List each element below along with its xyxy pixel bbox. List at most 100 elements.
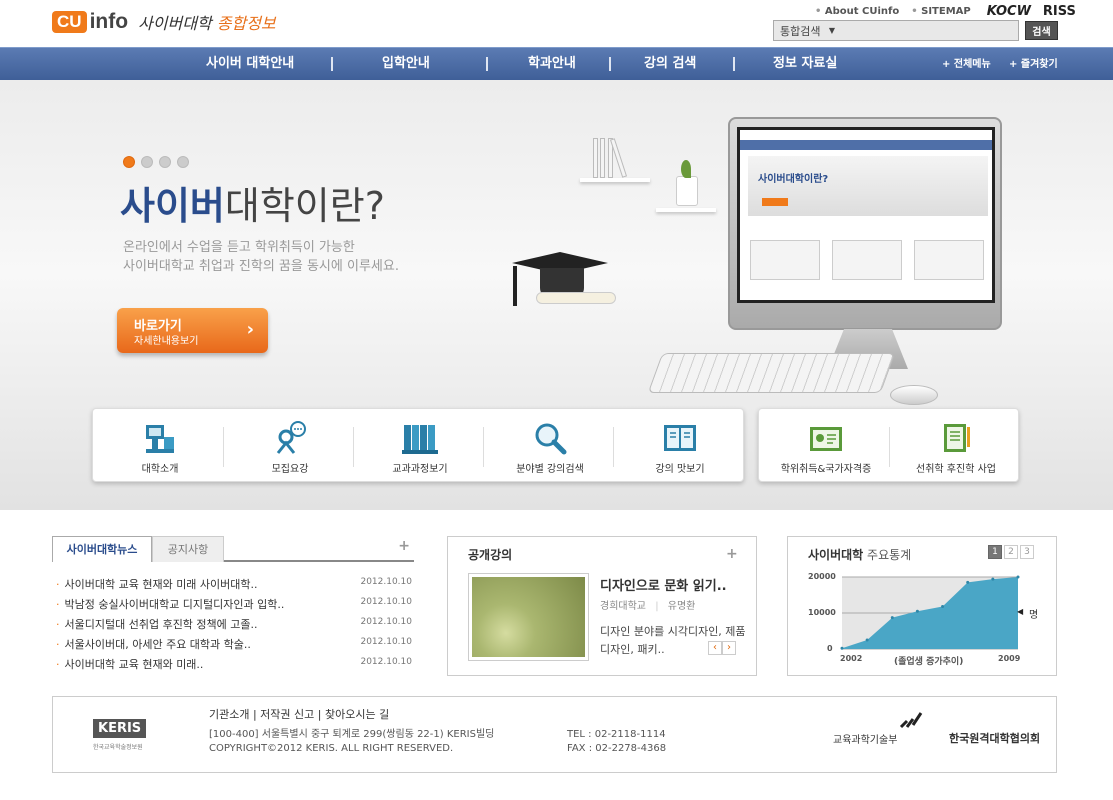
news-list: 사이버대학 교육 현재와 미래 사이버대학.. 2012.10.10 박남정 숭… [56, 576, 413, 676]
news-panel: 사이버대학뉴스 공지사항 + 사이버대학 교육 현재와 미래 사이버대학.. 2… [52, 536, 414, 676]
screen-title: 사이버대학이란? [758, 174, 829, 185]
hero-title-rest: 대학이란? [224, 184, 385, 228]
lecture-professor: 유명환 [667, 601, 696, 612]
logo-script-a: 사이버대학 [138, 14, 212, 33]
news-more-plus-icon[interactable]: + [398, 538, 410, 554]
quick-item-field-search[interactable]: 분야별 강의검색 [485, 409, 615, 483]
copyright-line: COPYRIGHT©2012 KERIS. ALL RIGHT RESERVED… [209, 743, 454, 754]
shelf-illustration [580, 178, 650, 182]
search-scope-select[interactable]: 통합검색 ▼ [774, 21, 841, 40]
chart-point [915, 609, 919, 613]
news-title[interactable]: 사이버대학 교육 현재와 미래 사이버대학.. [56, 576, 258, 592]
next-arrow-icon[interactable]: › [722, 641, 736, 655]
news-date: 2012.10.10 [360, 657, 412, 667]
prev-arrow-icon[interactable]: ‹ [708, 641, 722, 655]
lecture-school: 경희대학교 [600, 601, 646, 612]
plant-pot-illustration [676, 176, 698, 206]
nav-separator [733, 57, 735, 71]
sitemap-link[interactable]: SITEMAP [911, 6, 971, 17]
lecture-name[interactable]: 디자인으로 문화 읽기.. [600, 575, 727, 594]
news-date: 2012.10.10 [360, 597, 412, 607]
nav-item-resources[interactable]: 정보 자료실 [773, 48, 837, 81]
hero-subtitle-line1: 온라인에서 수업을 듣고 학위취득이 가능한 [123, 240, 355, 255]
cuinfo-logo[interactable]: CU info 사이버대학 종합정보 [52, 10, 276, 34]
quick-item-preview[interactable]: 강의 맛보기 [615, 409, 745, 483]
shelf-illustration [656, 208, 716, 212]
quick-menu-secondary: 학위취득&국가자격증 선취학 후진학 사업 [758, 408, 1019, 482]
quick-item-degree[interactable]: 학위취득&국가자격증 [761, 409, 891, 483]
news-title[interactable]: 서울사이버대, 아세안 주요 대학과 학술.. [56, 636, 251, 652]
lecture-thumbnail[interactable] [468, 573, 589, 661]
book-illustration [600, 138, 605, 178]
footer-links[interactable]: 기관소개 | 저작권 신고 | 찾아오시는 길 [209, 706, 389, 722]
keris-logo-sub: 한국교육학술정보원 [93, 744, 143, 751]
mest-logo-text[interactable]: 교육과학기술부 [833, 731, 897, 746]
main-nav: 사이버 대학안내 입학안내 학과안내 강의 검색 정보 자료실 전체메뉴 즐겨찾… [0, 47, 1113, 80]
search-scope-label: 통합검색 [780, 24, 821, 38]
lecture-more-plus-icon[interactable]: + [726, 546, 738, 562]
nav-item-admission[interactable]: 입학안내 [382, 48, 430, 81]
kcu-logo-text[interactable]: 한국원격대학협의회 [949, 730, 1040, 746]
search-input[interactable] [841, 21, 1018, 40]
quick-menu-separator [889, 427, 890, 467]
lecture-thumbnail-image [472, 577, 585, 657]
news-title[interactable]: 사이버대학 교육 현재와 미래.. [56, 656, 204, 672]
logo-info: info [89, 10, 129, 33]
quick-menu-separator [223, 427, 224, 467]
x-tick-label: 2002 [840, 654, 863, 663]
search-button[interactable]: 검색 [1025, 21, 1058, 40]
keris-logo[interactable]: KERIS 한국교육학술정보원 [93, 717, 147, 751]
go-button[interactable]: 바로가기 자세한내용보기 › [117, 308, 268, 353]
riss-link[interactable]: RISS [1043, 4, 1076, 19]
nav-separator [486, 57, 488, 71]
nav-separator [609, 57, 611, 71]
books-icon [402, 425, 438, 454]
quick-item-curriculum[interactable]: 교과과정보기 [355, 409, 485, 483]
tab-cyber-news[interactable]: 사이버대학뉴스 [52, 536, 152, 562]
quick-item-label: 모집요강 [271, 464, 309, 475]
tab-notice[interactable]: 공지사항 [152, 536, 224, 562]
certificate-icon [810, 427, 842, 451]
news-title[interactable]: 서울디지털대 선취업 후진학 정책에 고졸.. [56, 616, 258, 632]
slide-dot[interactable] [159, 156, 171, 168]
quick-menu-main: 대학소개 모집요강 교과과정보기 분야별 강의검색 강의 맛보기 [92, 408, 744, 482]
quick-item-recruit[interactable]: 모집요강 [225, 409, 355, 483]
list-item[interactable]: 박남정 숭실사이버대학교 디지털디자인과 입학.. 2012.10.10 [56, 596, 413, 616]
nav-item-departments[interactable]: 학과안내 [528, 48, 576, 81]
y-tick-label: 10000 [808, 608, 836, 617]
slide-dot-active[interactable] [123, 156, 135, 168]
screen-navbar [740, 140, 992, 150]
list-item[interactable]: 사이버대학 교육 현재와 미래.. 2012.10.10 [56, 656, 413, 676]
list-item[interactable]: 사이버대학 교육 현재와 미래 사이버대학.. 2012.10.10 [56, 576, 413, 596]
news-date: 2012.10.10 [360, 617, 412, 627]
nav-separator [331, 57, 333, 71]
hero-subtitle: 온라인에서 수업을 듣고 학위취득이 가능한 사이버대학교 취업과 진학의 꿈을… [123, 238, 399, 276]
quick-menu-separator [353, 427, 354, 467]
news-title[interactable]: 박남정 숭실사이버대학교 디지털디자인과 입학.. [56, 596, 285, 612]
kocw-link[interactable]: KOCW [987, 4, 1031, 19]
chart-point [890, 616, 894, 620]
nav-item-lecture-search[interactable]: 강의 검색 [644, 48, 696, 81]
list-item[interactable]: 서울디지털대 선취업 후진학 정책에 고졸.. 2012.10.10 [56, 616, 413, 636]
quick-item-intro[interactable]: 대학소개 [95, 409, 225, 483]
quick-item-label: 강의 맛보기 [655, 464, 705, 475]
favorites-link[interactable]: 즐겨찾기 [1009, 48, 1058, 81]
chart-point [966, 580, 970, 584]
nav-item-about[interactable]: 사이버 대학안내 [206, 48, 294, 81]
list-item[interactable]: 서울사이버대, 아세안 주요 대학과 학술.. 2012.10.10 [56, 636, 413, 656]
search-box: 통합검색 ▼ [773, 20, 1019, 41]
slide-dot[interactable] [141, 156, 153, 168]
keris-logo-text: KERIS [93, 719, 147, 738]
footer-address: [100-400] 서울특별시 중구 퇴계로 299(쌍림동 22-1) KER… [209, 728, 494, 756]
quick-item-label: 대학소개 [141, 464, 179, 475]
all-menu-link[interactable]: 전체메뉴 [942, 48, 991, 81]
fax-line: FAX : 02-2278-4368 [567, 743, 667, 754]
quick-item-label: 학위취득&국가자격증 [780, 464, 872, 475]
about-link[interactable]: About CUinfo [815, 6, 899, 17]
quick-item-employment[interactable]: 선취학 후진학 사업 [891, 409, 1021, 483]
slide-dot[interactable] [177, 156, 189, 168]
logo-script-b: 종합정보 [216, 14, 276, 33]
chart-point [840, 646, 844, 650]
quick-item-label: 선취학 후진학 사업 [916, 464, 996, 475]
open-lecture-panel: 공개강의 + 디자인으로 문화 읽기.. 경희대학교 | 유명환 디자인 분야를… [447, 536, 757, 676]
